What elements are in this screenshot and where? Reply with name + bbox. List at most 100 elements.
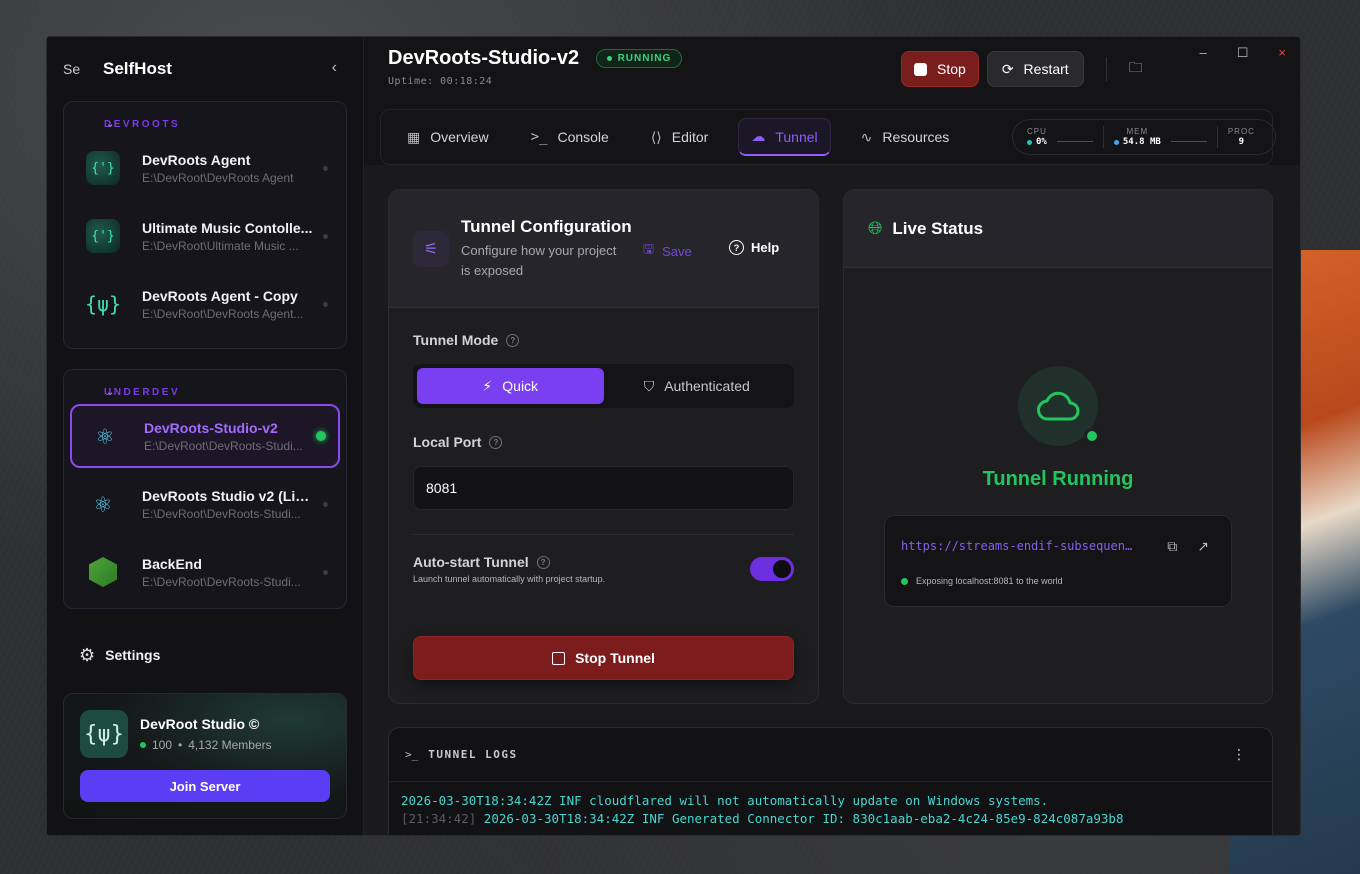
cpu-sparkline [1056,140,1093,142]
collapse-sidebar-chevron-icon[interactable]: ‹ [332,59,337,77]
group-header[interactable]: ⌄ DEVROOTS [70,112,340,136]
field-label-text: Local Port [413,434,482,450]
proc-label: PROC [1227,127,1255,136]
autostart-label: Auto-start Tunnel ? [413,554,550,570]
uptime-text: Uptime: 00:18:24 [388,76,493,87]
tunnel-url-link[interactable]: https://streams-endif-subsequent.tryclou… [901,539,1136,553]
restart-button[interactable]: ⟳ Restart [986,51,1084,87]
server-logo-icon: {ψ} [80,710,128,758]
meta-separator: • [178,738,183,752]
project-path: E:\DevRoot\Ultimate Music ... [142,238,299,253]
info-icon[interactable]: ? [506,333,520,347]
stop-button[interactable]: Stop [901,51,979,87]
open-folder-icon[interactable]: 🗀 [1129,57,1143,81]
online-dot [1084,428,1100,444]
project-item-active[interactable]: ⚛ DevRoots-Studio-v2 E:\DevRoot\DevRoots… [70,404,340,468]
nodejs-icon [86,555,120,589]
member-count: 4,132 Members [188,738,272,752]
log-timestamp: [21:34:42] [401,811,477,826]
minimize-icon[interactable]: – [1200,45,1207,61]
project-item[interactable]: {'} DevRoots Agent E:\DevRoot\DevRoots A… [70,136,340,200]
live-status-card: 🌐︎ Live Status Tunnel Running https://st… [843,189,1273,704]
tab-tunnel[interactable]: ☁ Tunnel [738,118,831,156]
mode-authenticated-option[interactable]: ⛉ Authenticated [604,368,791,404]
local-port-input[interactable] [413,466,794,510]
tab-label: Resources [882,129,950,145]
help-button[interactable]: ? Help [729,240,779,255]
mem-stat: MEM 54.8 MB [1113,127,1161,147]
cpu-stat: CPU 0% [1027,127,1047,147]
group-header[interactable]: ⌄ UNDERDEV [70,380,340,404]
project-group-devroots: ⌄ DEVROOTS {'} DevRoots Agent E:\DevRoot… [63,101,347,349]
app-window: Se SelfHost ‹ ⌄ DEVROOTS {'} DevRoots Ag… [46,36,1301,836]
log-lines: 2026-03-30T18:34:42Z INF cloudflared wil… [389,782,1272,828]
online-dot [901,577,908,585]
card-subtitle: Configure how your project is exposed [461,242,617,278]
terminal-icon: >_ [530,129,548,145]
project-path: E:\DevRoot\DevRoots-Studi... [142,574,301,589]
tunnel-mode-selector: ⚡ Quick ⛉ Authenticated [413,364,794,408]
react-icon: ⚛ [97,421,113,451]
info-icon[interactable]: ? [536,555,550,569]
divider [413,534,794,535]
divider [1216,126,1218,148]
status-badge-label: RUNNING [617,53,672,64]
project-path: E:\DevRoot\DevRoots Agent [142,170,294,185]
project-item[interactable]: BackEnd E:\DevRoot\DevRoots-Studi... [70,540,340,604]
project-path: E:\DevRoot\DevRoots-Studi... [144,438,303,453]
sidebar-footer: ⚙ Settings {ψ} DevRoot Studio © 100 • 4,… [47,627,363,835]
code-bracket-icon: {'} [86,219,120,253]
field-label-text: Tunnel Mode [413,332,499,348]
copy-icon[interactable]: ⧉ [1167,538,1177,555]
tab-label: Console [557,129,609,145]
discord-server-card: {ψ} DevRoot Studio © 100 • 4,132 Members… [63,693,347,819]
external-link-icon[interactable]: ↗ [1197,538,1209,555]
project-group-underdev: ⌄ UNDERDEV ⚛ DevRoots-Studio-v2 E:\DevRo… [63,369,347,609]
sidebar: Se SelfHost ‹ ⌄ DEVROOTS {'} DevRoots Ag… [47,37,364,835]
gear-icon: ⚙ [79,644,96,665]
info-icon[interactable]: ? [489,435,503,449]
page-title: DevRoots-Studio-v2 [388,47,580,69]
log-text: 2026-03-30T18:34:42Z INF Generated Conne… [483,811,1124,826]
project-name: DevRoots Agent - Copy [142,287,298,304]
server-name: DevRoot Studio © [140,716,260,732]
tab-editor[interactable]: ⟨⟩ Editor [639,118,721,156]
maximize-icon[interactable]: ☐ [1237,45,1249,61]
card-title: Live Status [892,218,984,238]
proc-value: 9 [1238,137,1245,147]
save-button[interactable]: 🖫 Save [643,240,692,262]
cpu-value: 0% [1036,137,1047,147]
settings-button[interactable]: ⚙ Settings [63,627,347,683]
project-item[interactable]: ⚛ DevRoots Studio v2 (Live) E:\DevRoot\D… [70,472,340,536]
tab-overview[interactable]: ▦ Overview [395,118,501,156]
save-label: Save [662,243,692,259]
restart-label: Restart [1023,61,1069,77]
tunnel-url-box: https://streams-endif-subsequent.tryclou… [884,515,1232,607]
project-item[interactable]: {ψ} DevRoots Agent - Copy E:\DevRoot\Dev… [70,272,340,336]
stop-tunnel-button[interactable]: Stop Tunnel [413,636,794,680]
mode-quick-option[interactable]: ⚡ Quick [417,368,604,404]
sliders-icon: ⚟ [413,230,449,267]
cpu-label: CPU [1027,127,1047,136]
cloud-icon: ☁ [751,128,766,144]
grid-icon: ▦ [407,128,421,145]
lightning-icon: ⚡ [482,377,493,394]
join-server-button[interactable]: Join Server [80,770,330,802]
top-actions: Stop ⟳ Restart 🗀 [901,51,1143,87]
tab-console[interactable]: >_ Console [519,118,621,156]
more-vertical-icon[interactable]: ⋮ [1232,746,1246,763]
project-item[interactable]: {'} Ultimate Music Contolle... E:\DevRoo… [70,204,340,268]
tunnel-logs-panel: >_ TUNNEL LOGS ⋮ 2026-03-30T18:34:42Z IN… [388,727,1273,835]
mode-label: Quick [502,378,539,394]
expose-info: Exposing localhost:8081 to the world [901,576,1063,586]
tunnel-status-indicator [1018,366,1100,446]
project-name: DevRoots-Studio-v2 [144,419,278,436]
close-icon[interactable]: × [1278,45,1286,61]
tab-resources[interactable]: ∿ Resources [849,118,962,156]
react-icon: ⚛ [95,489,111,519]
project-name: DevRoots Agent [142,151,251,168]
autostart-toggle[interactable] [750,557,794,581]
card-header: ⚟ Tunnel Configuration Configure how you… [389,190,818,308]
window-controls: – ☐ × [1200,45,1286,61]
autostart-description: Launch tunnel automatically with project… [413,574,606,584]
